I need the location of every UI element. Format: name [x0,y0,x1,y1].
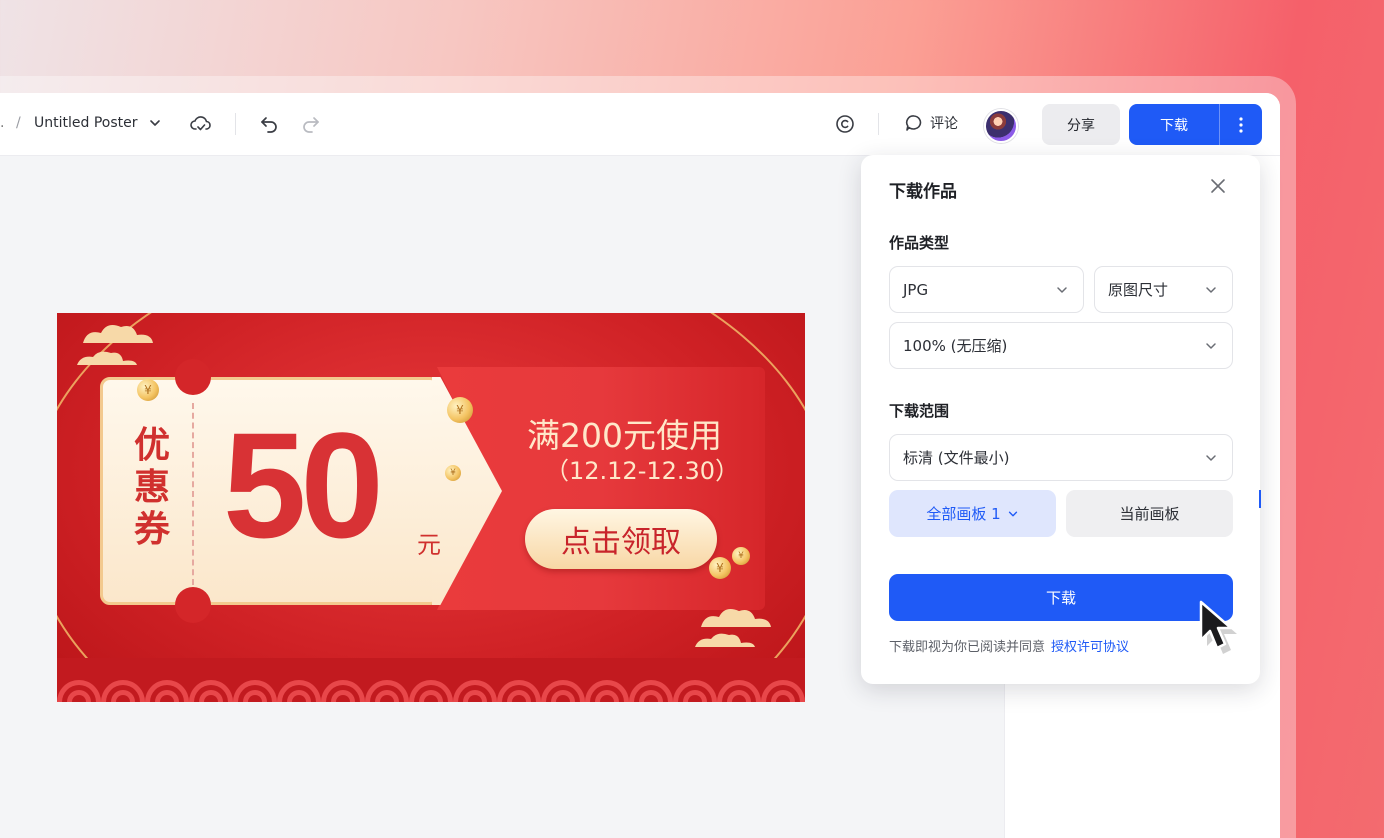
coupon-dates: （12.12-12.30） [545,457,740,485]
all-boards-label: 全部画板 1 [926,505,1001,523]
chevron-down-icon [1008,511,1017,516]
cloud-ornament-icon [77,325,153,365]
comment-label: 评论 [930,116,958,132]
coin-icon: ¥ [445,465,461,481]
terms-text: 下载即视为你已阅读并同意 [889,640,1046,655]
coupon-amount: 50 [223,401,384,569]
current-board-button[interactable]: 当前画板 [1066,490,1233,537]
close-icon[interactable] [1209,177,1227,199]
top-toolbar: . / Untitled Poster 评论 分享 下载 [0,93,1280,156]
breadcrumb-ellipsis[interactable]: . [0,115,4,131]
size-select[interactable]: 原图尺寸 [1094,266,1233,313]
wave-pattern [57,658,805,702]
avatar[interactable] [984,109,1018,143]
resolution-value: 标清 (文件最小) [903,449,1010,467]
more-vertical-icon[interactable] [1220,116,1262,133]
toolbar-divider [878,113,879,135]
range-section-label: 下载范围 [889,402,950,420]
document-title[interactable]: Untitled Poster [34,115,138,131]
chevron-down-icon [1206,454,1216,461]
coupon-unit: 元 [417,531,441,559]
copyright-icon[interactable] [834,113,856,135]
quality-select[interactable]: 100% (无压缩) [889,322,1233,369]
comment-icon [905,115,922,131]
chevron-down-icon [1057,286,1067,293]
undo-icon[interactable] [258,113,280,135]
cursor-icon [1199,600,1237,654]
chevron-down-icon [1206,286,1216,293]
chevron-down-icon[interactable] [148,116,162,130]
all-boards-button[interactable]: 全部画板 1 [889,490,1056,537]
format-select[interactable]: JPG [889,266,1084,313]
confirm-download-button[interactable]: 下载 [889,574,1233,621]
share-button[interactable]: 分享 [1042,104,1120,145]
terms-notice: 下载即视为你已阅读并同意 授权许可协议 [889,636,1129,655]
breadcrumb-separator: / [16,115,21,131]
quality-value: 100% (无压缩) [903,337,1008,355]
coin-icon: ¥ [137,379,159,401]
toolbar-divider [235,113,236,135]
panel-scroll-indicator [1259,490,1261,508]
comment-button[interactable]: 评论 [904,113,958,133]
license-link[interactable]: 授权许可协议 [1051,640,1129,655]
chevron-down-icon [1206,342,1216,349]
coupon-label: 优惠券 [133,425,170,550]
size-value: 原图尺寸 [1108,281,1169,299]
cloud-sync-icon[interactable] [190,113,212,135]
ticket-perforation [192,403,194,585]
download-button[interactable]: 下载 [1129,115,1219,135]
resolution-select[interactable]: 标清 (文件最小) [889,434,1233,481]
coupon-condition: 满200元使用 [527,416,722,455]
ticket-notch-top [175,359,211,395]
coin-icon: ¥ [447,397,473,423]
type-section-label: 作品类型 [889,234,950,252]
redo-icon[interactable] [300,113,322,135]
panel-title: 下载作品 [889,182,957,202]
format-value: JPG [903,280,929,299]
coin-icon: ¥ [732,547,750,565]
claim-button: 点击领取 [525,509,717,569]
poster-canvas[interactable]: 优惠券 50 元 满200元使用 （12.12-12.30） 点击领取 ¥ ¥ … [57,313,805,702]
cloud-ornament-icon [695,609,771,647]
download-button-group: 下载 [1129,104,1262,145]
ticket-notch-bottom [175,587,211,623]
coin-icon: ¥ [709,557,731,579]
